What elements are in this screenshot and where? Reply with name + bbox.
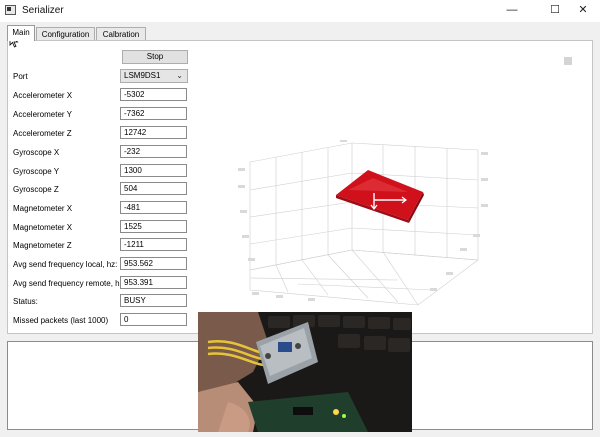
accel-y-field[interactable]: -7362 xyxy=(120,107,187,120)
title-bar: Serializer — ☐ ✕ xyxy=(0,0,600,22)
accel-y-label: Accelerometer Y xyxy=(13,110,72,119)
status-indicator xyxy=(564,57,572,65)
3d-axis-ticks xyxy=(238,140,488,301)
freq-remote-field[interactable]: 953.391 xyxy=(120,276,187,289)
orientation-3d-view[interactable] xyxy=(228,140,508,310)
tab-calibration[interactable]: Calbration xyxy=(96,27,146,40)
mag-z-label: Magnetometer Z xyxy=(13,241,72,250)
chevron-down-icon: ⌄ xyxy=(176,71,183,80)
gyro-y-field[interactable]: 1300 xyxy=(120,164,187,177)
accel-z-label: Accelerometer Z xyxy=(13,129,72,138)
gyro-x-label: Gyroscope X xyxy=(13,148,60,157)
mag-z-field[interactable]: -1211 xyxy=(120,238,187,251)
mag-y-field[interactable]: 1525 xyxy=(120,220,187,233)
mag-x-label: Magnetometer X xyxy=(13,204,73,213)
port-select[interactable]: LSM9DS1 ⌄ xyxy=(120,69,188,83)
freq-local-label: Avg send frequency local, hz: xyxy=(13,260,118,269)
port-value: LSM9DS1 xyxy=(124,71,161,80)
mag-x-field[interactable]: -481 xyxy=(120,201,187,214)
gyro-z-field[interactable]: 504 xyxy=(120,182,187,195)
port-label: Port xyxy=(13,72,28,81)
freq-remote-label: Avg send frequency remote, hz: xyxy=(13,279,126,288)
minimize-button[interactable]: — xyxy=(495,0,529,20)
accel-z-field[interactable]: 12742 xyxy=(120,126,187,139)
accel-x-field[interactable]: -5302 xyxy=(120,88,187,101)
hardware-photo xyxy=(198,312,412,432)
stop-button[interactable]: Stop xyxy=(122,50,188,64)
sensor-board xyxy=(336,170,424,223)
accel-x-label: Accelerometer X xyxy=(13,91,73,100)
close-button[interactable]: ✕ xyxy=(566,0,600,20)
gyro-y-label: Gyroscope Y xyxy=(13,167,60,176)
status-field[interactable]: BUSY xyxy=(120,294,187,307)
missed-packets-field[interactable]: 0 xyxy=(120,313,187,326)
gyro-x-field[interactable]: -232 xyxy=(120,145,187,158)
tab-configuration[interactable]: Configuration xyxy=(36,27,95,40)
gyro-z-label: Gyroscope Z xyxy=(13,185,59,194)
3d-grid xyxy=(249,142,479,306)
missed-packets-label: Missed packets (last 1000) xyxy=(13,316,109,325)
window-title: Serializer xyxy=(22,5,64,16)
app-icon xyxy=(5,5,16,15)
freq-local-field[interactable]: 953.562 xyxy=(120,257,187,270)
tab-main[interactable]: Main xyxy=(7,25,35,41)
mag-y-label: Magnetometer X xyxy=(13,223,73,232)
status-label: Status: xyxy=(13,297,38,306)
